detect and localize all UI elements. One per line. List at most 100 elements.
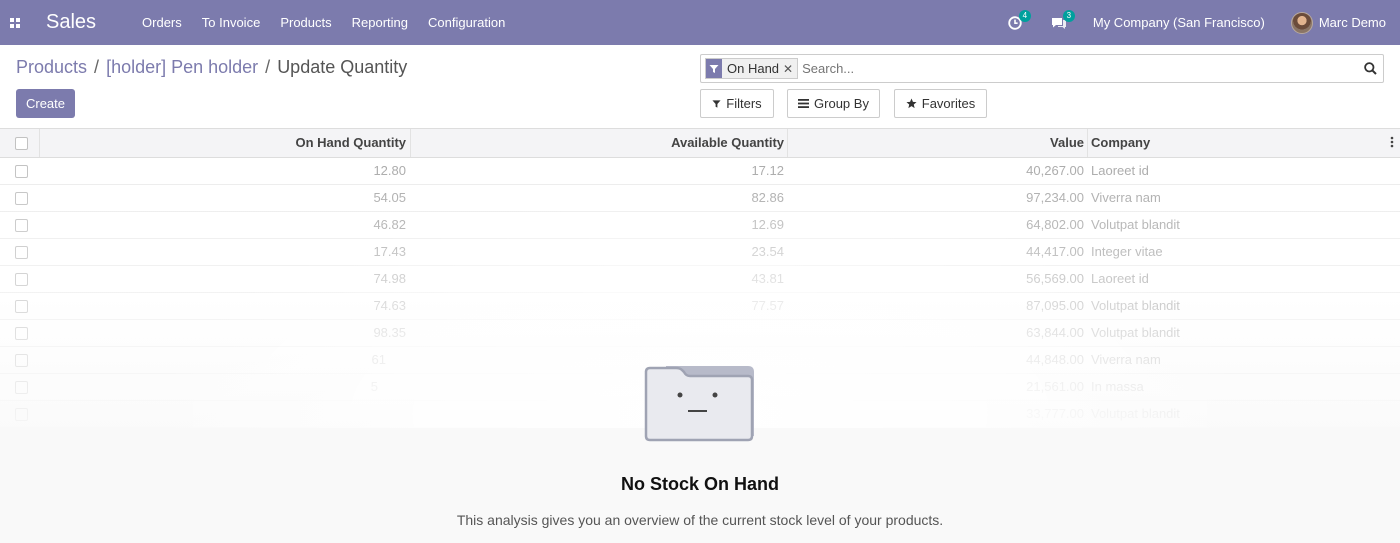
- table-row[interactable]: 12.80 17.12 40,267.00 Laoreet id: [0, 158, 1400, 185]
- bars-icon: [798, 99, 810, 108]
- menu-to-invoice[interactable]: To Invoice: [202, 15, 261, 30]
- cell-company: Viverra nam: [1091, 190, 1161, 205]
- column-company[interactable]: Company: [1091, 129, 1341, 157]
- filter-icon: [712, 99, 721, 108]
- cell-company: In massa: [1091, 379, 1144, 394]
- filters-label: Filters: [726, 96, 762, 111]
- filters-button[interactable]: Filters: [700, 89, 774, 118]
- breadcrumb-separator: /: [94, 57, 100, 77]
- cell-value: 63,844.00: [1026, 325, 1084, 340]
- menu-products[interactable]: Products: [280, 15, 331, 30]
- row-checkbox[interactable]: [15, 381, 28, 394]
- table-row[interactable]: 17.43 23.54 44,417.00 Integer vitae: [0, 239, 1400, 266]
- cell-value: 40,267.00: [1026, 163, 1084, 178]
- table-row[interactable]: 74.63 77.57 87,095.00 Volutpat blandit: [0, 293, 1400, 320]
- row-checkbox[interactable]: [15, 273, 28, 286]
- breadcrumb-products[interactable]: Products: [16, 57, 87, 78]
- cell-on-hand: 12.80: [373, 163, 406, 178]
- empty-state-text: This analysis gives you an overview of t…: [456, 512, 944, 528]
- favorites-button[interactable]: Favorites: [894, 89, 987, 118]
- cell-available: [411, 320, 784, 346]
- cell-company: Laoreet id: [1091, 163, 1149, 178]
- breadcrumb-pen-holder[interactable]: [holder] Pen holder: [106, 57, 258, 78]
- cell-value: 21,561.00: [1026, 379, 1084, 394]
- cell-on-hand: 74.63: [373, 298, 406, 313]
- cell-value: 97,234.00: [1026, 190, 1084, 205]
- activity-clock-icon[interactable]: 4: [1005, 9, 1031, 33]
- cell-value: 64,802.00: [1026, 217, 1084, 232]
- cell-available: 23.54: [751, 244, 784, 259]
- cell-value: 56,569.00: [1026, 271, 1084, 286]
- cell-on-hand: 46.82: [373, 217, 406, 232]
- favorites-label: Favorites: [921, 96, 976, 111]
- optional-columns-icon[interactable]: [1390, 129, 1398, 157]
- top-navbar: Sales Orders To Invoice Products Reporti…: [0, 0, 1400, 45]
- menu-reporting[interactable]: Reporting: [352, 15, 408, 30]
- cell-on-hand: 61: [371, 352, 386, 367]
- column-value[interactable]: Value: [788, 129, 1084, 157]
- filter-icon: [706, 59, 722, 78]
- user-menu[interactable]: Marc Demo: [1319, 15, 1386, 30]
- group-by-button[interactable]: Group By: [787, 89, 880, 118]
- select-all-checkbox[interactable]: [15, 137, 28, 150]
- cell-available: 17.12: [751, 163, 784, 178]
- star-icon: [906, 98, 917, 109]
- user-avatar[interactable]: [1290, 11, 1313, 34]
- message-count-badge: 3: [1062, 9, 1075, 22]
- cell-available: 82.86: [751, 190, 784, 205]
- row-checkbox[interactable]: [15, 246, 28, 259]
- column-available-quantity[interactable]: Available Quantity: [411, 129, 784, 157]
- group-by-label: Group By: [814, 96, 869, 111]
- row-checkbox[interactable]: [15, 300, 28, 313]
- cell-value: 44,848.00: [1026, 352, 1084, 367]
- cell-company: Laoreet id: [1091, 271, 1149, 286]
- search-icon[interactable]: [1357, 62, 1383, 75]
- cell-company: Volutpat blandit: [1091, 406, 1180, 421]
- table-row[interactable]: 46.82 12.69 64,802.00 Volutpat blandit: [0, 212, 1400, 239]
- row-checkbox[interactable]: [15, 354, 28, 367]
- cell-on-hand: 17.43: [373, 244, 406, 259]
- menu-orders[interactable]: Orders: [142, 15, 182, 30]
- cell-on-hand: 98.35: [373, 325, 406, 340]
- cell-on-hand: 74.98: [373, 271, 406, 286]
- create-button[interactable]: Create: [16, 89, 75, 118]
- breadcrumb-separator: /: [265, 57, 271, 77]
- cell-available: 43.81: [751, 271, 784, 286]
- cell-company: Integer vitae: [1091, 244, 1163, 259]
- cell-available: 12.69: [751, 217, 784, 232]
- search-input[interactable]: [802, 56, 1357, 81]
- cell-company: Viverra nam: [1091, 352, 1161, 367]
- search-facet-on-hand: On Hand ✕: [705, 58, 799, 79]
- table-row[interactable]: 98.35 63,844.00 Volutpat blandit: [0, 320, 1400, 347]
- app-brand[interactable]: Sales: [46, 11, 96, 34]
- cell-on-hand: 54.05: [373, 190, 406, 205]
- row-checkbox[interactable]: [15, 219, 28, 232]
- cell-on-hand: 5: [370, 379, 378, 394]
- table-row[interactable]: 54.05 82.86 97,234.00 Viverra nam: [0, 185, 1400, 212]
- facet-label: On Hand: [727, 61, 780, 76]
- search-box: On Hand ✕: [700, 54, 1384, 83]
- row-checkbox[interactable]: [15, 192, 28, 205]
- cell-value: 87,095.00: [1026, 298, 1084, 313]
- cell-available: 77.57: [751, 298, 784, 313]
- table-header: On Hand Quantity Available Quantity Valu…: [0, 128, 1400, 158]
- breadcrumb: Products / [holder] Pen holder / Update …: [16, 57, 407, 78]
- cell-company: Volutpat blandit: [1091, 325, 1180, 340]
- apps-menu-icon[interactable]: [0, 0, 30, 45]
- row-checkbox[interactable]: [15, 327, 28, 340]
- row-checkbox[interactable]: [15, 165, 28, 178]
- column-on-hand-quantity[interactable]: On Hand Quantity: [40, 129, 407, 157]
- menu-configuration[interactable]: Configuration: [428, 15, 505, 30]
- empty-state-title: No Stock On Hand: [620, 474, 779, 494]
- table-row[interactable]: 74.98 43.81 56,569.00 Laoreet id: [0, 266, 1400, 293]
- messages-chat-icon[interactable]: 3: [1049, 9, 1075, 33]
- cell-value: 33,777.00: [1026, 406, 1084, 421]
- activity-count-badge: 4: [1018, 9, 1031, 22]
- row-checkbox[interactable]: [15, 408, 28, 421]
- cell-on-hand: [40, 401, 406, 427]
- cell-value: 44,417.00: [1026, 244, 1084, 259]
- empty-folder-icon: [644, 362, 756, 447]
- remove-facet-icon[interactable]: ✕: [783, 62, 797, 76]
- cell-company: Volutpat blandit: [1091, 217, 1180, 232]
- company-switcher[interactable]: My Company (San Francisco): [1093, 15, 1265, 30]
